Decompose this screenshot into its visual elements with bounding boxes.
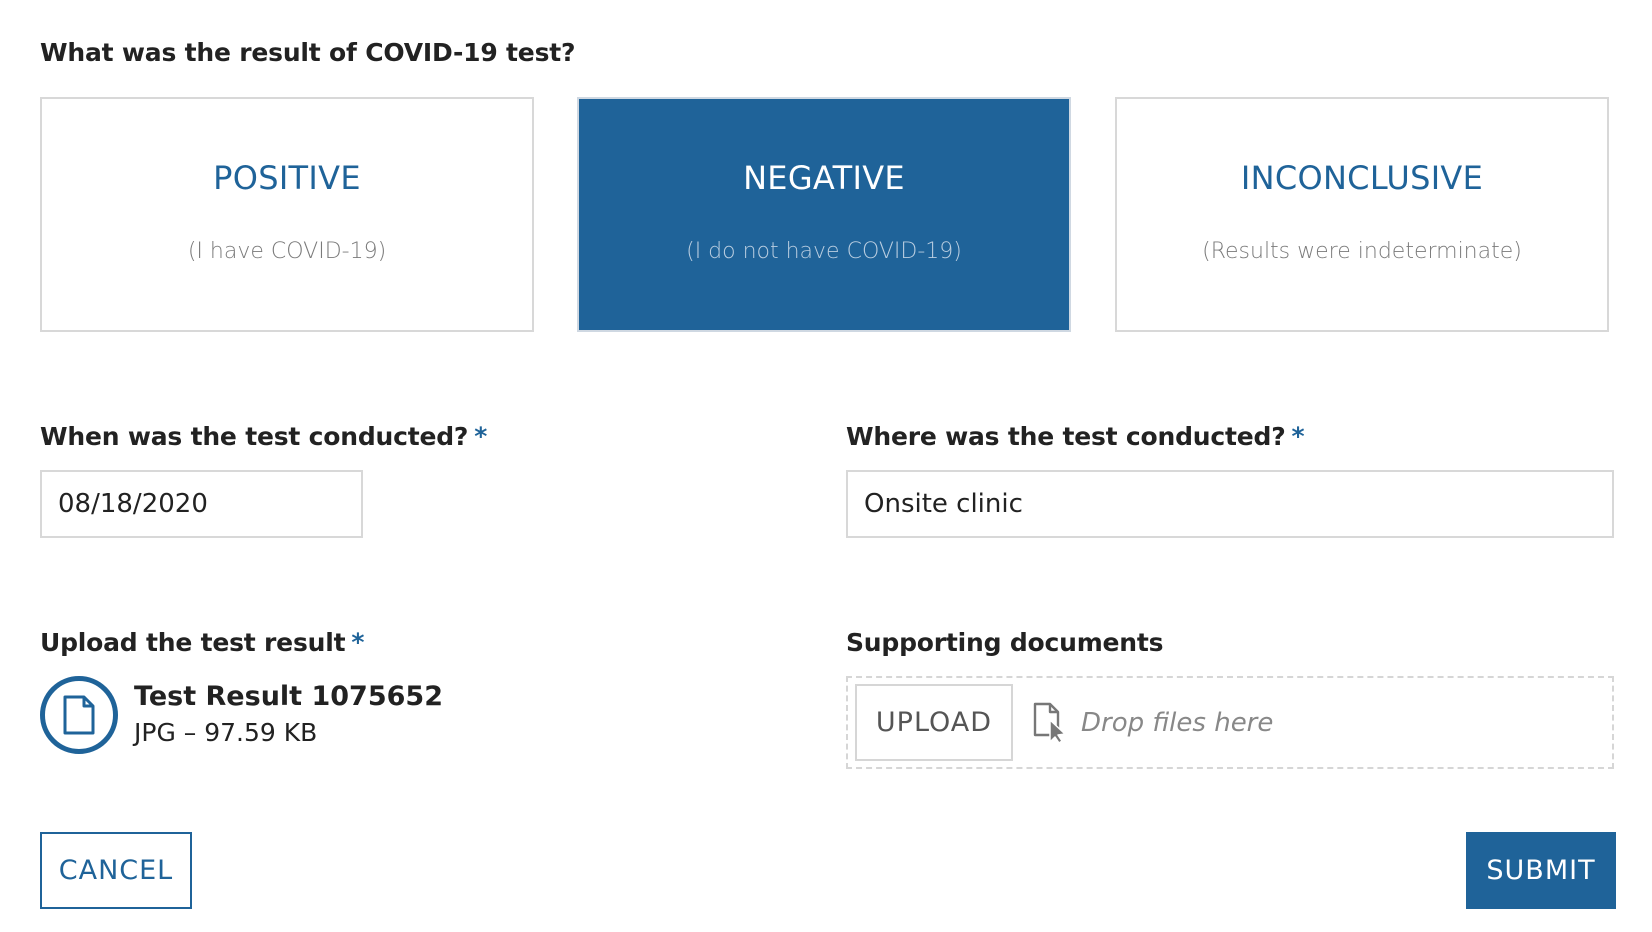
upload-result-label-text: Upload the test result xyxy=(40,628,346,657)
file-icon xyxy=(40,676,118,754)
test-location-label: Where was the test conducted? * xyxy=(846,422,1305,451)
supporting-documents-dropzone[interactable]: UPLOAD Drop files here xyxy=(846,676,1614,769)
required-marker: * xyxy=(474,422,488,451)
file-drag-icon xyxy=(1033,702,1069,744)
question-title: What was the result of COVID-19 test? xyxy=(40,38,576,67)
test-date-label: When was the test conducted? * xyxy=(40,422,487,451)
option-positive-description: (I have COVID-19) xyxy=(187,239,387,264)
file-name: Test Result 1075652 xyxy=(134,681,443,712)
file-icon-glyph xyxy=(63,695,95,735)
required-marker: * xyxy=(351,628,365,657)
option-inconclusive-description: (Results were indeterminate) xyxy=(1202,239,1522,264)
option-negative-description: (I do not have COVID-19) xyxy=(686,239,962,264)
upload-button[interactable]: UPLOAD xyxy=(855,684,1013,761)
option-positive[interactable]: POSITIVE (I have COVID-19) xyxy=(40,97,534,332)
uploaded-file[interactable]: Test Result 1075652 JPG – 97.59 KB xyxy=(40,676,443,754)
option-negative[interactable]: NEGATIVE (I do not have COVID-19) xyxy=(577,97,1071,332)
test-date-input[interactable] xyxy=(40,470,363,538)
option-inconclusive-label: INCONCLUSIVE xyxy=(1240,159,1484,197)
test-location-input[interactable] xyxy=(846,470,1614,538)
option-positive-label: POSITIVE xyxy=(213,159,361,197)
upload-result-label: Upload the test result * xyxy=(40,628,364,657)
drop-files-text: Drop files here xyxy=(1081,707,1274,738)
cancel-button[interactable]: CANCEL xyxy=(40,832,192,909)
option-inconclusive[interactable]: INCONCLUSIVE (Results were indeterminate… xyxy=(1115,97,1609,332)
supporting-documents-label: Supporting documents xyxy=(846,628,1164,657)
file-meta: Test Result 1075652 JPG – 97.59 KB xyxy=(134,679,443,751)
test-location-label-text: Where was the test conducted? xyxy=(846,422,1286,451)
result-options: POSITIVE (I have COVID-19) NEGATIVE (I d… xyxy=(40,97,1614,332)
file-info: JPG – 97.59 KB xyxy=(134,718,318,747)
test-date-label-text: When was the test conducted? xyxy=(40,422,469,451)
required-marker: * xyxy=(1291,422,1305,451)
submit-button[interactable]: SUBMIT xyxy=(1466,832,1616,909)
option-negative-label: NEGATIVE xyxy=(743,159,905,197)
